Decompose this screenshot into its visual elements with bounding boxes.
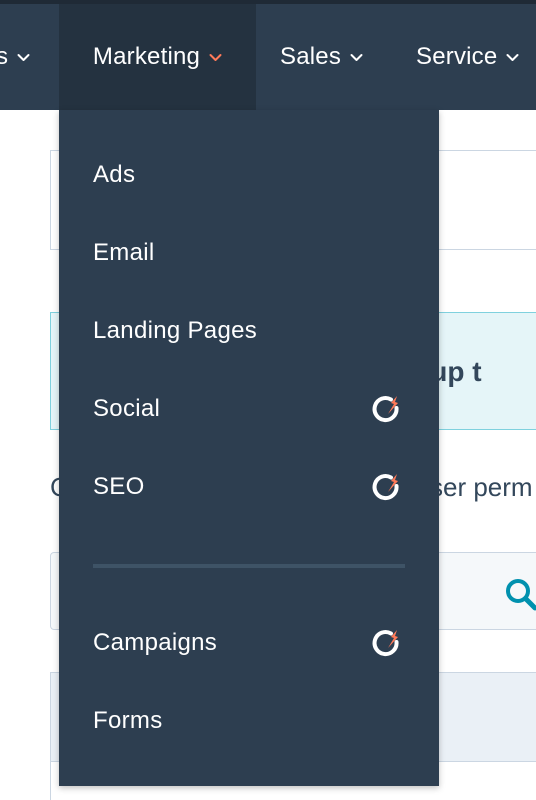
chevron-down-icon bbox=[209, 53, 222, 61]
marketing-dropdown-menu: Ads Email Landing Pages Social SEO Campa… bbox=[59, 110, 439, 786]
top-navigation: s Marketing Sales Service bbox=[0, 0, 536, 110]
nav-item-label: Sales bbox=[280, 43, 342, 70]
chevron-down-icon bbox=[350, 53, 363, 61]
chevron-down-icon bbox=[506, 53, 519, 61]
nav-item-label: Marketing bbox=[92, 43, 201, 70]
menu-item-forms[interactable]: Forms bbox=[59, 682, 439, 760]
menu-item-label: Ads bbox=[93, 161, 136, 188]
nav-item-label: Service bbox=[416, 43, 498, 70]
menu-divider bbox=[93, 564, 405, 568]
nav-item-service[interactable]: Service bbox=[416, 4, 519, 110]
nav-item-partial[interactable]: s bbox=[0, 4, 30, 110]
chevron-down-icon bbox=[17, 53, 30, 61]
app-screen: set up t C ser perm s Marketing Sales Se… bbox=[0, 0, 536, 800]
menu-item-landing-pages[interactable]: Landing Pages bbox=[59, 292, 439, 370]
menu-item-seo[interactable]: SEO bbox=[59, 448, 439, 526]
body-text-right: ser perm bbox=[430, 472, 533, 502]
menu-item-label: Email bbox=[93, 239, 155, 266]
nav-item-sales[interactable]: Sales bbox=[280, 4, 363, 110]
menu-item-label: SEO bbox=[93, 473, 145, 500]
menu-item-email[interactable]: Email bbox=[59, 214, 439, 292]
upgrade-rocket-icon bbox=[372, 474, 399, 501]
menu-item-label: Social bbox=[93, 395, 161, 422]
upgrade-rocket-icon bbox=[372, 630, 399, 657]
menu-item-campaigns[interactable]: Campaigns bbox=[59, 604, 439, 682]
menu-item-label: Forms bbox=[93, 707, 163, 734]
search-icon[interactable] bbox=[503, 576, 536, 612]
nav-item-marketing[interactable]: Marketing bbox=[59, 4, 256, 110]
menu-item-label: Landing Pages bbox=[93, 317, 258, 344]
menu-item-ads[interactable]: Ads bbox=[59, 136, 439, 214]
menu-item-label: Campaigns bbox=[93, 629, 218, 656]
upgrade-rocket-icon bbox=[372, 396, 399, 423]
menu-item-social[interactable]: Social bbox=[59, 370, 439, 448]
nav-item-label: s bbox=[0, 43, 9, 70]
